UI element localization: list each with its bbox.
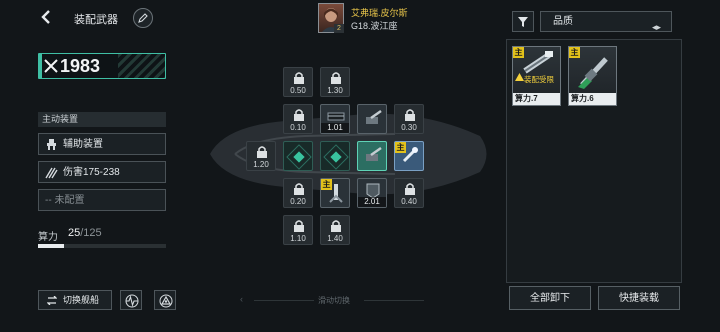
lock-icon (294, 72, 304, 84)
missile-launcher-icon (523, 51, 553, 74)
power-stripes-decor (118, 54, 165, 78)
slot-cost: 0.40 (401, 197, 417, 206)
rename-button[interactable] (133, 8, 153, 28)
equip-restricted-label: 装配受限 (524, 75, 554, 84)
switch-ship-label: 切换舰船 (63, 295, 100, 305)
slot-label: -- 未配置 (45, 195, 85, 206)
slot-label: 伤害175-238 (63, 167, 120, 178)
railgun-icon (329, 184, 343, 203)
equipped-weapon-slot[interactable]: 1.01 (320, 104, 350, 134)
back-chevron-icon[interactable] (38, 9, 54, 25)
slot-cost: 0.30 (401, 123, 417, 132)
active-device-section-title: 主动装置 (38, 112, 166, 127)
equipped-weapon-slot[interactable]: 主 (320, 178, 350, 208)
compute-value: 25/125 (68, 227, 102, 239)
inventory-weapon-card[interactable]: 主 装配受限 算力.7 (512, 46, 561, 106)
locked-slot[interactable]: 0.20 (283, 178, 313, 208)
crossed-swords-icon (44, 59, 58, 73)
power-rating-value: 1983 (60, 56, 101, 76)
missile-pod-icon (327, 112, 345, 121)
locked-slot[interactable]: 0.40 (394, 178, 424, 208)
card-compute-label: 算力.7 (513, 93, 560, 105)
compute-used: 25 (68, 227, 81, 239)
cannon-turret-icon (366, 109, 382, 124)
sort-toggle-icon: ◂▸ (651, 22, 661, 32)
equipped-weapon-slot[interactable]: 2.01 (357, 178, 387, 208)
cannon-turret-icon (366, 146, 382, 161)
lock-icon (331, 220, 341, 232)
lock-icon (331, 72, 341, 84)
locked-slot[interactable]: 0.50 (283, 67, 313, 97)
switch-ship-button[interactable]: 切换舰船 (38, 290, 112, 310)
quality-label: 品质 (553, 16, 573, 27)
locked-slot[interactable]: 0.50 0.10 (283, 104, 313, 134)
compute-total: /125 (80, 227, 102, 239)
inventory-weapon-card[interactable]: 主 算力.6 (568, 46, 617, 106)
locked-slot[interactable]: 1.20 (246, 141, 276, 171)
slot-damage[interactable]: 伤害175-238 (38, 161, 166, 183)
slot-cost: 1.10 (290, 234, 306, 243)
slot-cost: 1.30 (327, 86, 343, 95)
lock-icon (294, 183, 304, 195)
slot-cost: 1.01 (321, 123, 349, 133)
pilot-level-badge: 2 (334, 24, 344, 33)
ship-model: G18.波江座 (351, 21, 398, 31)
slot-cost: 1.20 (253, 160, 269, 169)
quick-equip-button[interactable]: 快捷装载 (598, 286, 680, 310)
lock-icon (294, 220, 304, 232)
selected-weapon-slot[interactable] (357, 141, 387, 171)
laser-emitter-icon (402, 147, 418, 163)
lock-icon (257, 146, 267, 158)
slot-label: 辅助装置 (63, 139, 103, 150)
locked-slot[interactable]: 0.30 (394, 104, 424, 134)
lock-icon (405, 183, 415, 195)
equipped-weapon-slot[interactable]: 主 (394, 141, 424, 171)
device-icon (47, 139, 56, 150)
slide-switch-hint[interactable]: ‹ 滑动切换 (236, 294, 436, 306)
slot-cost: 0.50 (290, 86, 306, 95)
slot-cost: 1.40 (327, 234, 343, 243)
warning-icon (515, 73, 524, 81)
locked-slot[interactable]: 1.10 (283, 215, 313, 245)
open-slot[interactable] (283, 141, 313, 171)
heavy-cannon-icon (578, 57, 608, 89)
swap-arrows-icon (47, 296, 57, 305)
lock-icon (294, 109, 304, 121)
slot-cost: 2.01 (358, 197, 386, 207)
filter-button[interactable] (512, 11, 534, 32)
lock-icon (405, 109, 415, 121)
compute-bar-fill (38, 244, 64, 248)
pulse-wave-icon (125, 294, 139, 308)
formation-triangle-icon (159, 294, 173, 308)
slot-cost: 0.10 (290, 123, 306, 132)
slot-cost: 0.20 (290, 197, 306, 206)
equipped-weapon-slot[interactable] (357, 104, 387, 134)
slide-switch-label: 滑动切换 (318, 296, 350, 305)
page-title: 装配武器 (74, 14, 118, 26)
unequip-all-button[interactable]: 全部卸下 (509, 286, 591, 310)
pencil-icon (138, 13, 148, 23)
quality-sort-dropdown[interactable]: 品质 ◂▸ (540, 11, 672, 32)
chevron-left-icon: ‹ (240, 294, 243, 304)
funnel-icon (518, 17, 528, 27)
compute-label: 算力 (38, 232, 58, 243)
pilot-name: 艾弗瑞.皮尔斯 (351, 8, 408, 18)
slot-unconfigured[interactable]: -- 未配置 (38, 189, 166, 211)
open-slot[interactable] (320, 141, 350, 171)
locked-slot[interactable]: 1.40 (320, 215, 350, 245)
locked-slot[interactable]: 1.30 (320, 67, 350, 97)
pulse-mode-button[interactable] (120, 290, 142, 310)
formation-button[interactable] (154, 290, 176, 310)
damage-icon (45, 167, 58, 179)
card-compute-label: 算力.6 (569, 93, 616, 105)
slot-auxiliary-device[interactable]: 辅助装置 (38, 133, 166, 155)
